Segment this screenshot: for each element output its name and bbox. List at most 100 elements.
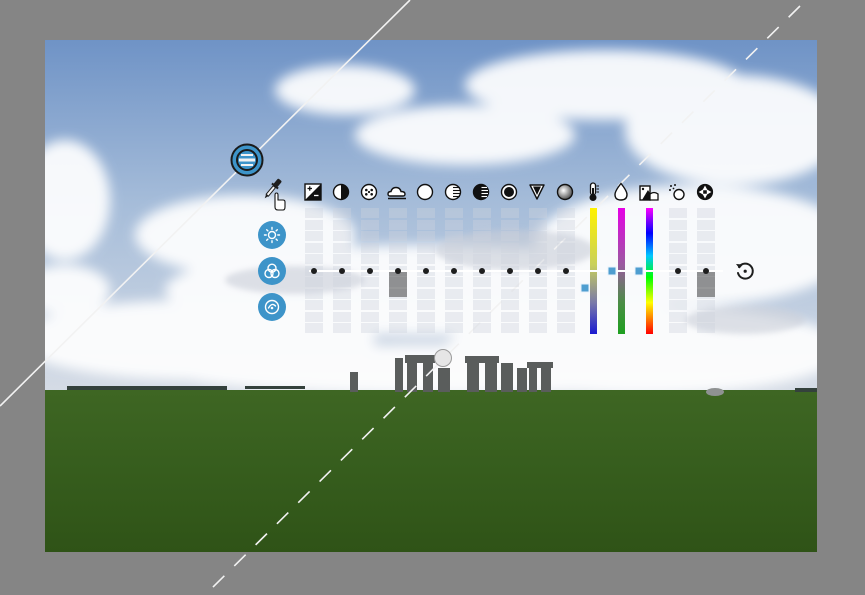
aperture-slider-dot[interactable]	[703, 268, 709, 274]
highlights-slider-dot[interactable]	[423, 268, 429, 274]
tint-slider-handle[interactable]	[607, 266, 617, 276]
slider-track-cell	[361, 300, 379, 310]
target-knob-icon[interactable]	[230, 143, 264, 177]
slider-track-cell	[473, 254, 491, 264]
slider-track-cell	[697, 219, 715, 230]
slider-track-cell	[445, 219, 463, 230]
slider-track-cell	[361, 231, 379, 241]
sharpen-slider-dot[interactable]	[675, 268, 681, 274]
temperature-slider-handle[interactable]	[580, 283, 590, 293]
reset-icon[interactable]	[734, 260, 756, 282]
slider-track-cell	[473, 208, 491, 218]
slider-track-cell	[473, 323, 491, 333]
dial-icon	[264, 299, 280, 315]
slider-track-cell	[557, 208, 575, 218]
slider-track-cell	[669, 254, 687, 264]
slider-track-cell	[473, 219, 491, 230]
curve-tool-button[interactable]	[258, 293, 286, 321]
slider-track-cell	[529, 208, 547, 218]
slider-track-cell	[389, 300, 407, 310]
slider-track-cell	[333, 254, 351, 264]
lights-slider-dot[interactable]	[451, 268, 457, 274]
slider-track-cell	[417, 323, 435, 333]
circle-filled-icon[interactable]	[499, 182, 519, 202]
dots-circle-icon[interactable]	[359, 182, 379, 202]
exposure-slider-dot[interactable]	[311, 268, 317, 274]
triangle-down-icon[interactable]	[527, 182, 547, 202]
hue-slider-handle[interactable]	[634, 266, 644, 276]
sparkle-icon[interactable]	[667, 182, 687, 202]
slider-track-cell	[305, 311, 323, 322]
slider-track-cell	[473, 242, 491, 253]
aperture-level-bar	[697, 270, 715, 297]
slider-track-cell	[557, 288, 575, 299]
editor-canvas[interactable]	[0, 0, 865, 595]
slider-track-cell	[389, 208, 407, 218]
droplet-icon[interactable]	[611, 182, 631, 202]
sphere-icon[interactable]	[555, 182, 575, 202]
slider-track-cell	[501, 208, 519, 218]
circle-lines-icon[interactable]	[443, 182, 463, 202]
slider-track-cell	[557, 219, 575, 230]
slider-track-cell	[557, 277, 575, 287]
slider-track-cell	[417, 311, 435, 322]
slider-track-cell	[389, 254, 407, 264]
circle-open-icon[interactable]	[415, 182, 435, 202]
cloud-sun-icon[interactable]	[387, 182, 407, 202]
rotation-handle[interactable]	[434, 349, 452, 367]
vignette-slider-dot[interactable]	[563, 268, 569, 274]
slider-track-cell	[697, 254, 715, 264]
aperture-icon[interactable]	[695, 182, 715, 202]
slider-track-cell	[529, 219, 547, 230]
contrast-slider-dot[interactable]	[339, 268, 345, 274]
slider-track-cell	[473, 231, 491, 241]
slider-track-cell	[669, 277, 687, 287]
slider-track-cell	[333, 288, 351, 299]
slider-track-cell	[501, 219, 519, 230]
slider-track-cell	[361, 219, 379, 230]
slider-track-cell	[305, 288, 323, 299]
slider-track-cell	[305, 277, 323, 287]
slider-track-cell	[333, 231, 351, 241]
slider-track-cell	[445, 323, 463, 333]
slider-track-cell	[669, 242, 687, 253]
slider-track-cell	[305, 208, 323, 218]
slider-track-cell	[445, 254, 463, 264]
thermometer-icon[interactable]	[583, 182, 603, 202]
darks-slider-dot[interactable]	[479, 268, 485, 274]
slider-track-cell	[557, 254, 575, 264]
haze-level-bar	[389, 270, 407, 297]
slider-track-cell	[417, 219, 435, 230]
slider-track-cell	[557, 323, 575, 333]
slider-track-cell	[389, 231, 407, 241]
rgb-circles-icon	[264, 263, 280, 279]
slider-track-cell	[529, 277, 547, 287]
slider-track-cell	[557, 231, 575, 241]
slider-track-cell	[361, 277, 379, 287]
brilliance-slider-dot[interactable]	[367, 268, 373, 274]
circle-half-lines-icon[interactable]	[471, 182, 491, 202]
slider-track-cell	[305, 231, 323, 241]
color-tool-button[interactable]	[258, 257, 286, 285]
slider-track-cell	[305, 323, 323, 333]
slider-track-cell	[333, 242, 351, 253]
eyedropper-icon[interactable]	[262, 176, 288, 214]
slider-track-cell	[361, 323, 379, 333]
hue-mountain-icon[interactable]	[639, 182, 659, 202]
blacks-slider-dot[interactable]	[507, 268, 513, 274]
slider-track-cell	[557, 311, 575, 322]
slider-track-cell	[669, 311, 687, 322]
contrast-icon[interactable]	[331, 182, 351, 202]
slider-track-cell	[305, 242, 323, 253]
slider-track-cell	[501, 288, 519, 299]
slider-track-cell	[445, 288, 463, 299]
slider-track-cell	[417, 277, 435, 287]
haze-slider-dot[interactable]	[395, 268, 401, 274]
slider-track-cell	[697, 208, 715, 218]
slider-track-cell	[697, 300, 715, 310]
brightness-tool-button[interactable]	[258, 221, 286, 249]
slider-track-cell	[305, 254, 323, 264]
slider-track-cell	[501, 323, 519, 333]
fade-slider-dot[interactable]	[535, 268, 541, 274]
exposure-icon[interactable]	[303, 182, 323, 202]
